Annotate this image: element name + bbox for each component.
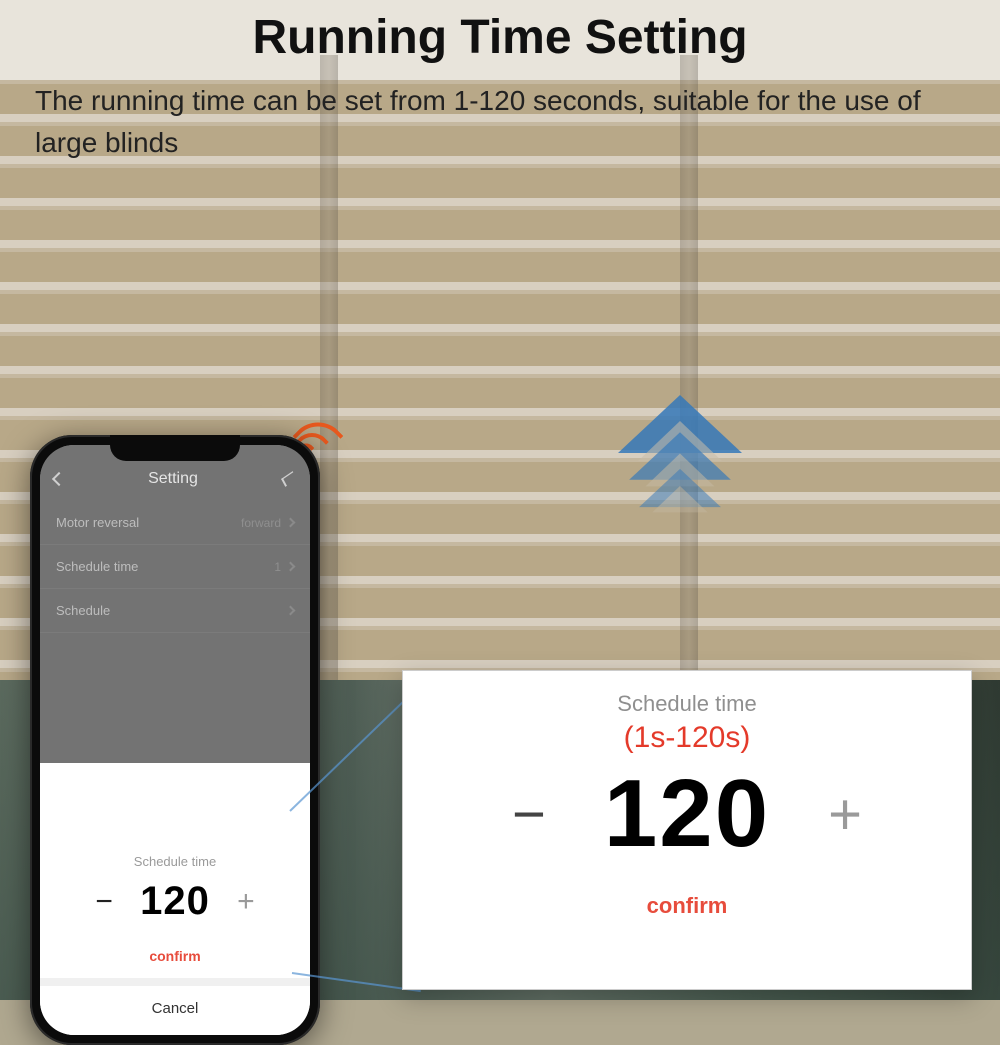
settings-row-label: Motor reversal [56,515,139,530]
settings-row-schedule[interactable]: Schedule [40,589,310,633]
page-title: Running Time Setting [0,10,1000,65]
increment-button[interactable]: + [228,885,264,919]
settings-row-value: forward [241,516,281,530]
chevron-right-icon [286,562,296,572]
zoom-decrement-button[interactable]: − [494,781,564,848]
confirm-button[interactable]: confirm [40,948,310,964]
zoom-value: 120 [604,759,770,869]
settings-row-motor-reversal[interactable]: Motor reversal forward [40,501,310,545]
page-subtitle: The running time can be set from 1-120 s… [35,80,965,164]
settings-row-label: Schedule time [56,559,138,574]
blinds-up-arrow-icon [610,395,750,517]
phone-mockup: Setting Motor reversal forward Schedule … [30,435,320,1045]
zoom-range-label: (1s-120s) [423,721,951,755]
zoom-stepper: − 120 + [423,759,951,869]
zoom-confirm-button[interactable]: confirm [423,893,951,919]
zoom-title: Schedule time [423,691,951,717]
schedule-time-stepper: − 120 + [40,879,310,924]
settings-row-value: 1 [274,560,281,574]
chevron-right-icon [286,606,296,616]
back-icon[interactable] [52,472,66,486]
settings-row-label: Schedule [56,603,110,618]
decrement-button[interactable]: − [86,885,122,919]
app-title: Setting [148,470,198,488]
schedule-time-zoom-panel: Schedule time (1s-120s) − 120 + confirm [402,670,972,990]
sheet-title: Schedule time [40,854,310,869]
settings-row-schedule-time[interactable]: Schedule time 1 [40,545,310,589]
phone-screen: Setting Motor reversal forward Schedule … [40,445,310,1035]
cancel-button[interactable]: Cancel [40,978,310,1035]
schedule-time-value: 120 [140,879,210,924]
schedule-time-sheet: Schedule time − 120 + confirm Cancel [40,840,310,1035]
phone-notch [110,435,240,461]
edit-icon[interactable] [281,471,297,487]
zoom-increment-button[interactable]: + [810,781,880,848]
chevron-right-icon [286,518,296,528]
